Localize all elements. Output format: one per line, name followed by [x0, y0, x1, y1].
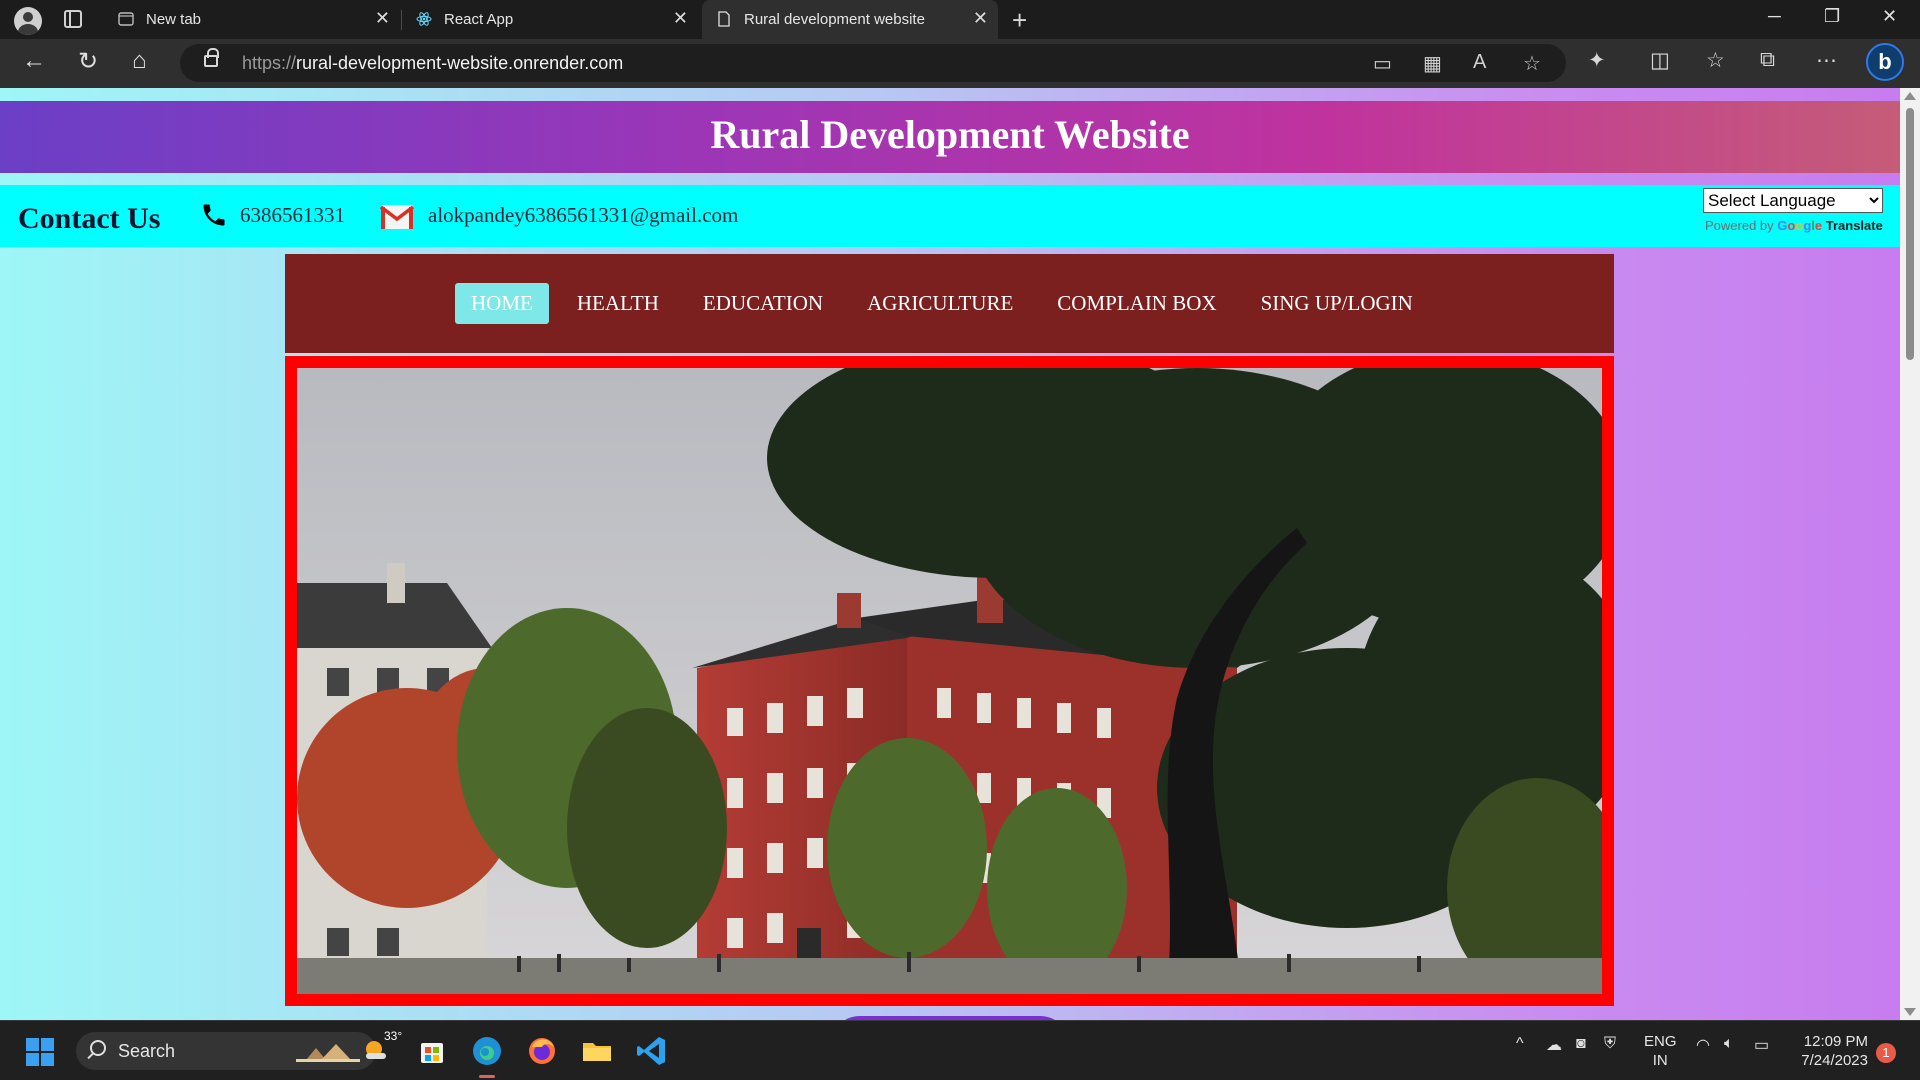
phone-icon [203, 204, 225, 226]
scroll-down-icon[interactable] [1904, 1008, 1916, 1016]
browser-tab-bar: New tab ✕ React App ✕ Rural development … [0, 0, 1920, 39]
nav-signup-login[interactable]: SING UP/LOGIN [1245, 283, 1429, 324]
translate-link[interactable]: Translate [1826, 218, 1883, 233]
clock-date: 7/24/2023 [1801, 1052, 1868, 1069]
security-shield-icon[interactable]: ⛨ [1604, 1035, 1616, 1053]
restore-icon[interactable]: ❐ [1824, 6, 1840, 27]
site-title: Rural Development Website [710, 112, 1190, 157]
web-page: Rural Development Website Contact Us 638… [0, 88, 1900, 1020]
address-bar[interactable]: https://rural-development-website.onrend… [180, 44, 1566, 82]
tab-actions-icon[interactable] [64, 10, 82, 28]
minimize-icon[interactable]: ─ [1768, 6, 1781, 27]
contact-bar: Contact Us 6386561331 alokpandey63865613… [0, 185, 1900, 247]
gmail-icon [380, 205, 414, 229]
search-highlight-icon [296, 1044, 360, 1062]
tab-title: React App [444, 11, 514, 28]
google-translate-attribution: Powered by Google Translate [1705, 218, 1883, 233]
nav-health[interactable]: HEALTH [561, 283, 675, 324]
home-icon[interactable]: ⌂ [132, 47, 147, 75]
bing-copilot-icon[interactable]: b [1866, 43, 1904, 81]
campus-photo [297, 368, 1602, 994]
nav-complain-box[interactable]: COMPLAIN BOX [1041, 283, 1232, 324]
collections-icon[interactable]: ⧉ [1760, 48, 1775, 72]
volume-icon[interactable]: 🔈︎ [1724, 1035, 1734, 1053]
split-screen-icon[interactable]: ◫ [1650, 48, 1670, 73]
language-indicator[interactable]: ENG IN [1644, 1032, 1677, 1070]
contact-email[interactable]: alokpandey6386561331@gmail.com [428, 203, 738, 228]
windows-taskbar: Search 33° ^ ☁ ◙ ⛨ ENG IN ◠ 🔈︎ ▭ 12:09 P… [0, 1020, 1920, 1080]
close-tab-icon[interactable]: ✕ [973, 8, 988, 29]
favorite-star-icon[interactable]: ☆ [1523, 51, 1541, 76]
contact-heading: Contact Us [18, 202, 161, 235]
edge-icon[interactable] [469, 1033, 505, 1078]
search-icon [90, 1040, 106, 1056]
taskbar-clock[interactable]: 12:09 PM 7/24/2023 [1796, 1032, 1868, 1070]
nav-education[interactable]: EDUCATION [687, 283, 839, 324]
app-tray-icon[interactable]: ◙ [1576, 1035, 1586, 1053]
google-logo[interactable]: Google [1777, 218, 1822, 233]
close-tab-icon[interactable]: ✕ [375, 8, 390, 29]
windows-start-icon[interactable] [26, 1038, 54, 1066]
battery-icon[interactable]: ▭ [1754, 1035, 1769, 1055]
onedrive-icon[interactable]: ☁ [1546, 1035, 1562, 1055]
close-window-icon[interactable]: ✕ [1882, 6, 1897, 27]
search-label: Search [118, 1041, 176, 1061]
more-icon[interactable]: ⋯ [1816, 48, 1837, 73]
favorites-icon[interactable]: ☆ [1706, 48, 1725, 73]
back-icon[interactable]: ← [22, 47, 46, 75]
scroll-up-icon[interactable] [1904, 92, 1916, 100]
close-tab-icon[interactable]: ✕ [673, 8, 688, 29]
tab-new-tab[interactable]: New tab ✕ [104, 0, 400, 39]
refresh-icon[interactable]: ↻ [78, 47, 98, 76]
new-tab-button[interactable]: + [1012, 5, 1027, 36]
tab-rural-development[interactable]: Rural development website ✕ [702, 0, 998, 39]
weather-temperature: 33° [384, 1029, 403, 1043]
url-text[interactable]: https://rural-development-website.onrend… [242, 53, 623, 74]
nav-agriculture[interactable]: AGRICULTURE [851, 283, 1029, 324]
react-logo-icon [416, 12, 432, 26]
profile-icon[interactable] [14, 7, 42, 35]
tab-title: New tab [146, 11, 202, 28]
wifi-icon[interactable]: ◠ [1696, 1035, 1710, 1055]
microsoft-store-icon[interactable] [414, 1033, 450, 1069]
clock-time: 12:09 PM [1803, 1033, 1868, 1050]
tab-title: Rural development website [744, 11, 925, 28]
vscode-icon[interactable] [634, 1033, 670, 1069]
tab-react-app[interactable]: React App ✕ [402, 0, 698, 39]
tray-chevron-icon[interactable]: ^ [1516, 1035, 1524, 1053]
main-navbar: HOME HEALTH EDUCATION AGRICULTURE COMPLA… [285, 254, 1614, 353]
read-aloud-icon[interactable]: A [1473, 51, 1486, 74]
taskbar-search[interactable]: Search [76, 1032, 376, 1070]
browser-toolbar: ← ↻ ⌂ https://rural-development-website.… [0, 39, 1920, 88]
nav-home[interactable]: HOME [455, 283, 549, 324]
notification-badge[interactable]: 1 [1876, 1043, 1896, 1063]
firefox-icon[interactable] [524, 1033, 560, 1069]
language-code: ENG [1644, 1033, 1677, 1050]
scrollbar-thumb[interactable] [1906, 108, 1914, 360]
language-select[interactable]: Select Language [1703, 188, 1883, 213]
apps-icon[interactable]: ▦ [1423, 51, 1442, 76]
lock-icon[interactable] [204, 48, 219, 67]
hero-frame [285, 356, 1614, 1006]
nav-list: HOME HEALTH EDUCATION AGRICULTURE COMPLA… [455, 283, 1441, 324]
page-icon [718, 11, 730, 27]
extensions-icon[interactable]: ✦ [1588, 48, 1606, 73]
region-code: IN [1652, 1052, 1668, 1069]
new-tab-page-icon [118, 12, 134, 26]
hero-image [297, 368, 1602, 994]
weather-icon[interactable]: 33° [362, 1029, 402, 1065]
page-scrollbar[interactable] [1900, 88, 1920, 1020]
contact-phone[interactable]: 6386561331 [240, 203, 345, 228]
file-explorer-icon[interactable] [579, 1033, 615, 1069]
site-header: Rural Development Website [0, 101, 1900, 173]
device-icon[interactable]: ▭ [1373, 51, 1392, 76]
